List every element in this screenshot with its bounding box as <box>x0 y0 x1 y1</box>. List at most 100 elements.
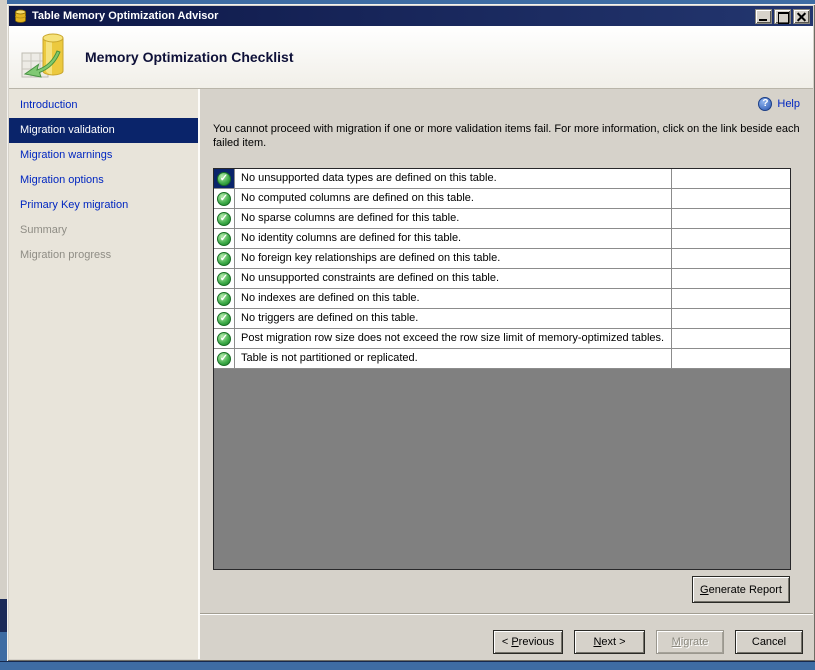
status-cell <box>214 269 235 288</box>
sidebar-step-label: Introduction <box>20 99 77 111</box>
details-link-cell <box>672 289 790 308</box>
sidebar-step-label: Migration validation <box>20 124 115 136</box>
next-button[interactable]: Next > <box>574 630 645 654</box>
validation-row[interactable]: No unsupported data types are defined on… <box>214 169 790 189</box>
green-check-icon <box>217 272 231 286</box>
validation-grid: No unsupported data types are defined on… <box>213 168 791 570</box>
wizard-header: Memory Optimization Checklist <box>9 26 813 89</box>
validation-row[interactable]: No indexes are defined on this table. <box>214 289 790 309</box>
details-link-cell <box>672 189 790 208</box>
status-cell <box>214 189 235 208</box>
button-label: M <box>672 636 681 648</box>
validation-text: No triggers are defined on this table. <box>235 309 672 328</box>
maximize-button[interactable] <box>774 9 791 24</box>
validation-row[interactable]: No triggers are defined on this table. <box>214 309 790 329</box>
status-cell <box>214 349 235 368</box>
green-check-icon <box>217 192 231 206</box>
page-title: Memory Optimization Checklist <box>85 49 293 65</box>
close-button[interactable] <box>793 9 810 24</box>
button-label: igrate <box>681 636 709 648</box>
dialog-body: Introduction Migration validation Migrat… <box>9 89 813 659</box>
sidebar-step-item[interactable]: Primary Key migration <box>9 193 198 218</box>
window-title: Table Memory Optimization Advisor <box>32 10 753 22</box>
sidebar-step-label: Migration options <box>20 174 104 186</box>
status-cell <box>214 289 235 308</box>
help-label: Help <box>777 98 800 110</box>
main-panel: Help You cannot proceed with migration i… <box>200 89 813 659</box>
button-label: enerate Report <box>709 584 782 596</box>
validation-text: No computed columns are defined on this … <box>235 189 672 208</box>
green-check-icon <box>217 312 231 326</box>
button-label: < <box>502 636 511 648</box>
page-description: You cannot proceed with migration if one… <box>213 122 805 150</box>
green-check-icon <box>217 232 231 246</box>
migrate-button[interactable]: Migrate <box>656 630 724 654</box>
sidebar-step-item[interactable]: Migration validation <box>9 118 198 143</box>
sidebar-step-item[interactable]: Introduction <box>9 93 198 118</box>
green-check-icon <box>217 252 231 266</box>
button-label: P <box>511 636 518 648</box>
previous-button[interactable]: < Previous <box>493 630 563 654</box>
details-link-cell <box>672 249 790 268</box>
green-check-icon <box>217 352 231 366</box>
footer-divider <box>200 613 813 615</box>
titlebar[interactable]: Table Memory Optimization Advisor <box>9 6 813 26</box>
wizard-dialog: Table Memory Optimization Advisor Memory… <box>7 4 815 661</box>
button-label: N <box>593 636 601 648</box>
button-label: Cancel <box>752 636 786 648</box>
status-cell <box>214 229 235 248</box>
generate-report-button[interactable]: Generate Report <box>692 576 790 603</box>
status-cell <box>214 209 235 228</box>
validation-row[interactable]: Post migration row size does not exceed … <box>214 329 790 349</box>
validation-text: No unsupported constraints are defined o… <box>235 269 672 288</box>
green-check-icon <box>217 292 231 306</box>
validation-row[interactable]: No identity columns are defined for this… <box>214 229 790 249</box>
help-link[interactable]: Help <box>758 97 800 111</box>
details-link-cell <box>672 329 790 348</box>
validation-text: No unsupported data types are defined on… <box>235 169 672 188</box>
wizard-navigation: < Previous Next > Migrate Cancel <box>493 630 803 654</box>
background-window-strip-dark <box>0 599 7 632</box>
database-migration-icon <box>19 31 71 83</box>
validation-text: No identity columns are defined for this… <box>235 229 672 248</box>
validation-row[interactable]: No sparse columns are defined for this t… <box>214 209 790 229</box>
validation-row[interactable]: Table is not partitioned or replicated. <box>214 349 790 369</box>
cancel-button[interactable]: Cancel <box>735 630 803 654</box>
validation-text: No sparse columns are defined for this t… <box>235 209 672 228</box>
green-check-icon <box>217 212 231 226</box>
status-cell <box>214 169 235 188</box>
sidebar-step-label: Migration progress <box>20 249 111 261</box>
status-cell <box>214 329 235 348</box>
validation-text: Table is not partitioned or replicated. <box>235 349 672 368</box>
wizard-steps-sidebar: Introduction Migration validation Migrat… <box>9 89 200 659</box>
sidebar-step-item[interactable]: Summary <box>9 218 198 243</box>
sidebar-step-label: Primary Key migration <box>20 199 128 211</box>
button-label: ext > <box>601 636 625 648</box>
validation-text: No indexes are defined on this table. <box>235 289 672 308</box>
sidebar-step-item[interactable]: Migration progress <box>9 243 198 268</box>
green-check-icon <box>217 332 231 346</box>
minimize-button[interactable] <box>755 9 772 24</box>
validation-row[interactable]: No unsupported constraints are defined o… <box>214 269 790 289</box>
button-label: revious <box>519 636 554 648</box>
details-link-cell <box>672 349 790 368</box>
sidebar-step-item[interactable]: Migration warnings <box>9 143 198 168</box>
validation-text: No foreign key relationships are defined… <box>235 249 672 268</box>
button-label: G <box>700 584 709 596</box>
sidebar-step-label: Summary <box>20 224 67 236</box>
validation-row[interactable]: No computed columns are defined on this … <box>214 189 790 209</box>
background-window-strip <box>0 0 7 599</box>
help-circle-icon <box>758 97 772 111</box>
details-link-cell <box>672 269 790 288</box>
validation-text: Post migration row size does not exceed … <box>235 329 672 348</box>
status-cell <box>214 309 235 328</box>
green-check-icon <box>217 172 231 186</box>
details-link-cell <box>672 169 790 188</box>
background-taskbar-strip <box>0 661 815 670</box>
status-cell <box>214 249 235 268</box>
validation-row[interactable]: No foreign key relationships are defined… <box>214 249 790 269</box>
details-link-cell <box>672 309 790 328</box>
sidebar-step-item[interactable]: Migration options <box>9 168 198 193</box>
sidebar-step-label: Migration warnings <box>20 149 112 161</box>
database-icon <box>14 9 27 24</box>
